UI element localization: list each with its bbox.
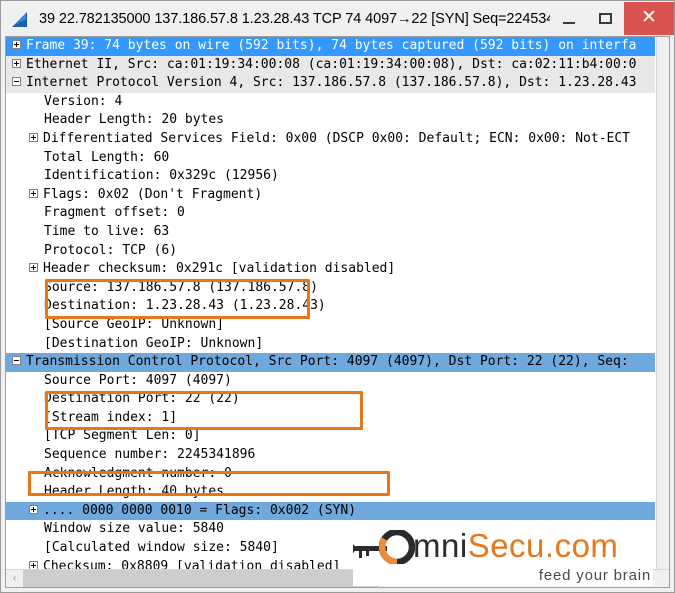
tree-row-tcp-checksum[interactable]: Checksum: 0x8809 [validation disabled] (6, 558, 655, 569)
tree-row-ip-ttl[interactable]: Time to live: 63 (6, 223, 655, 242)
packet-details-pane: Frame 39: 74 bytes on wire (592 bits), 7… (5, 36, 670, 588)
tree-row-ip-fragment-offset[interactable]: Fragment offset: 0 (6, 204, 655, 223)
expand-toggle-icon[interactable] (29, 263, 38, 273)
tree-row-label: Source: 137.186.57.8 (137.186.57.8) (44, 279, 318, 295)
tree-row-label: Version: 4 (44, 93, 123, 109)
maximize-button[interactable] (587, 2, 624, 35)
tree-row-label: Header Length: 40 bytes (44, 484, 225, 500)
tree-row-ip-dsfield[interactable]: Differentiated Services Field: 0x00 (DSC… (6, 130, 655, 149)
tree-row-tcp-sequence-number[interactable]: Sequence number: 2245341896 (6, 446, 655, 465)
tree-row-frame[interactable]: Frame 39: 74 bytes on wire (592 bits), 7… (6, 37, 655, 56)
tree-row-ip-header-length[interactable]: Header Length: 20 bytes (6, 111, 655, 130)
horizontal-scroll-thumb[interactable] (23, 570, 378, 587)
tree-row-ethernet[interactable]: Ethernet II, Src: ca:01:19:34:00:08 (ca:… (6, 55, 655, 75)
expand-toggle-icon[interactable] (29, 560, 38, 569)
expand-toggle-icon[interactable] (12, 40, 21, 49)
horizontal-scrollbar[interactable]: ‹ (6, 569, 669, 587)
tree-row-label: Checksum: 0x8809 [validation disabled] (43, 558, 341, 569)
tree-row-label: Internet Protocol Version 4, Src: 137.18… (26, 75, 637, 91)
tree-row-label: Differentiated Services Field: 0x00 (DSC… (43, 130, 630, 146)
tree-row-label: Source Port: 4097 (4097) (44, 372, 232, 388)
tree-row-label: Total Length: 60 (44, 149, 170, 165)
maximize-icon (599, 13, 612, 24)
tree-row-label: Destination: 1.23.28.43 (1.23.28.43) (44, 298, 326, 314)
window-controls: ✕ (550, 2, 674, 35)
tree-row-label: Transmission Control Protocol, Src Port:… (26, 354, 629, 370)
scroll-left-arrow[interactable]: ‹ (6, 570, 23, 587)
expand-toggle-icon[interactable] (29, 504, 38, 514)
collapse-toggle-icon[interactable] (12, 77, 21, 87)
window-title: 39 22.782135000 137.186.57.8 1.23.28.43 … (39, 10, 550, 27)
tree-row-ip-destination-geoip[interactable]: [Destination GeoIP: Unknown] (6, 335, 655, 354)
wireshark-packet-details-window: 39 22.782135000 137.186.57.8 1.23.28.43 … (0, 0, 675, 593)
horizontal-scroll-track[interactable] (378, 570, 669, 587)
tree-row-tcp[interactable]: Transmission Control Protocol, Src Port:… (6, 353, 655, 372)
tree-row-ip-source-geoip[interactable]: [Source GeoIP: Unknown] (6, 316, 655, 335)
tree-row-label: Ethernet II, Src: ca:01:19:34:00:08 (ca:… (26, 56, 637, 72)
tree-row-ip-source[interactable]: Source: 137.186.57.8 (137.186.57.8) (6, 279, 655, 298)
tree-row-tcp-calculated-window-size[interactable]: [Calculated window size: 5840] (6, 539, 655, 558)
tree-row-label: .... 0000 0000 0010 = Flags: 0x002 (SYN) (43, 502, 357, 518)
wireshark-shark-fin-icon (12, 11, 27, 27)
tree-row-label: Protocol: TCP (6) (44, 242, 178, 258)
tree-row-ipv4[interactable]: Internet Protocol Version 4, Src: 137.18… (6, 74, 655, 93)
tree-row-label: Identification: 0x329c (12956) (44, 168, 279, 184)
tree-row-tcp-segment-len[interactable]: [TCP Segment Len: 0] (6, 427, 655, 446)
tree-row-label: [Source GeoIP: Unknown] (44, 316, 225, 332)
tree-row-label: Sequence number: 2245341896 (44, 447, 256, 463)
tree-row-ip-destination[interactable]: Destination: 1.23.28.43 (1.23.28.43) (6, 297, 655, 316)
tree-row-label: Acknowledgment number: 0 (44, 465, 232, 481)
tree-row-label: [Calculated window size: 5840] (44, 540, 279, 556)
tree-row-label: Frame 39: 74 bytes on wire (592 bits), 7… (26, 38, 637, 53)
tree-row-label: [Destination GeoIP: Unknown] (44, 335, 264, 351)
collapse-toggle-icon[interactable] (12, 356, 21, 366)
title-bar[interactable]: 39 22.782135000 137.186.57.8 1.23.28.43 … (1, 1, 674, 36)
tree-row-label: Flags: 0x02 (Don't Fragment) (43, 186, 263, 202)
tree-row-label: Header checksum: 0x291c [validation disa… (43, 261, 396, 277)
tree-row-label: Window size value: 5840 (44, 521, 225, 537)
tree-row-ip-header-checksum[interactable]: Header checksum: 0x291c [validation disa… (6, 260, 655, 279)
expand-toggle-icon[interactable] (29, 132, 38, 142)
tree-row-label: Fragment offset: 0 (44, 205, 185, 221)
tree-row-tcp-acknowledgment-number[interactable]: Acknowledgment number: 0 (6, 465, 655, 484)
tree-row-tcp-source-port[interactable]: Source Port: 4097 (4097) (6, 372, 655, 391)
close-button[interactable]: ✕ (624, 2, 674, 35)
tree-row-label: [TCP Segment Len: 0] (44, 428, 201, 444)
tree-row-label: Time to live: 63 (44, 223, 170, 239)
tree-row-tcp-flags[interactable]: .... 0000 0000 0010 = Flags: 0x002 (SYN) (6, 501, 655, 521)
tree-row-ip-version[interactable]: Version: 4 (6, 93, 655, 112)
vertical-scrollbar[interactable] (656, 37, 669, 569)
packet-detail-tree[interactable]: Frame 39: 74 bytes on wire (592 bits), 7… (6, 37, 656, 569)
tree-row-ip-identification[interactable]: Identification: 0x329c (12956) (6, 167, 655, 186)
tree-row-ip-protocol[interactable]: Protocol: TCP (6) (6, 242, 655, 261)
tree-row-label: [Stream index: 1] (44, 409, 178, 425)
tree-row-tcp-window-size-value[interactable]: Window size value: 5840 (6, 520, 655, 539)
tree-row-label: Destination Port: 22 (22) (44, 391, 240, 407)
minimize-icon (562, 21, 575, 24)
tree-row-ip-total-length[interactable]: Total Length: 60 (6, 149, 655, 168)
tree-row-label: Header Length: 20 bytes (44, 112, 225, 128)
expand-toggle-icon[interactable] (29, 188, 38, 198)
minimize-button[interactable] (550, 2, 587, 35)
expand-toggle-icon[interactable] (12, 58, 21, 68)
tree-row-tcp-stream-index[interactable]: [Stream index: 1] (6, 409, 655, 428)
tree-row-ip-flags[interactable]: Flags: 0x02 (Don't Fragment) (6, 186, 655, 205)
close-icon: ✕ (641, 7, 657, 28)
tree-row-tcp-header-length[interactable]: Header Length: 40 bytes (6, 483, 655, 502)
tree-row-tcp-destination-port[interactable]: Destination Port: 22 (22) (6, 390, 655, 409)
